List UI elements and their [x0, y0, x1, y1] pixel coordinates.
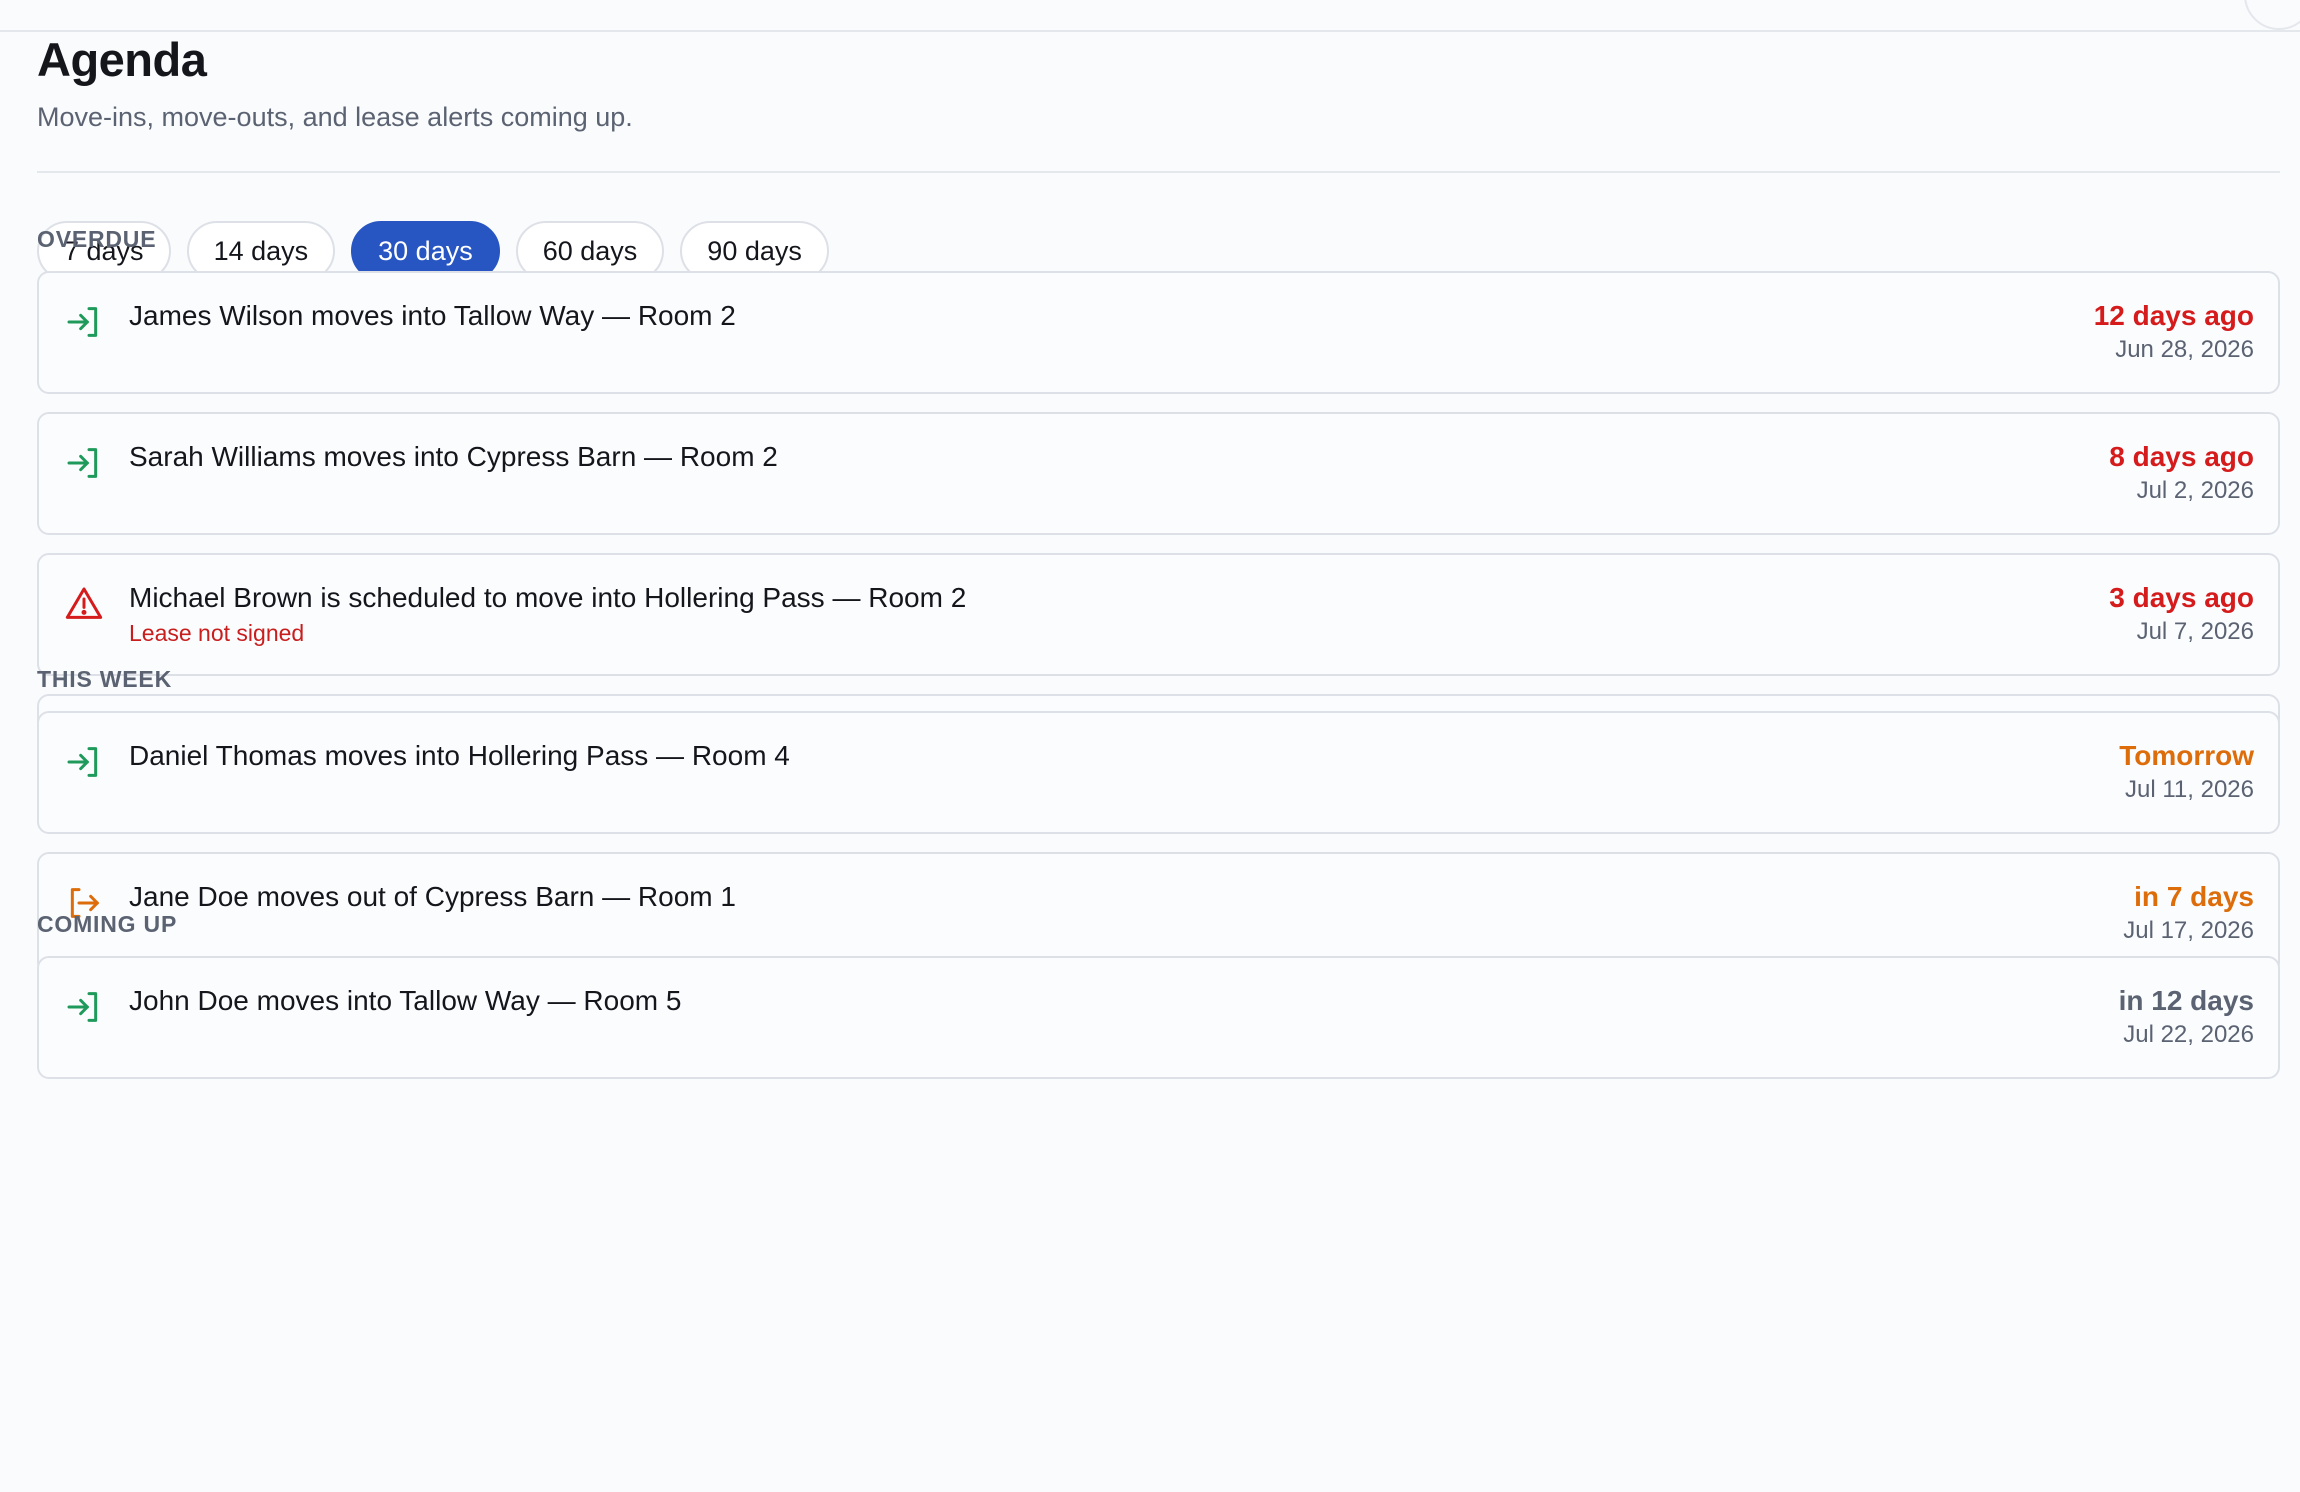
agenda-item[interactable]: John Doe moves into Tallow Way — Room 5 i… — [37, 956, 2280, 1079]
agenda-item-relative-time: 8 days ago — [2109, 441, 2254, 472]
agenda-item-relative-time: 12 days ago — [2093, 300, 2254, 331]
warning-icon — [64, 584, 104, 624]
move-in-icon — [64, 987, 104, 1027]
move-in-icon — [64, 302, 104, 342]
agenda-item[interactable]: Michael Brown is scheduled to move into … — [37, 553, 2280, 676]
header-divider — [37, 171, 2280, 173]
agenda-item-date: Jul 2, 2026 — [2136, 477, 2254, 504]
avatar[interactable] — [2244, 0, 2300, 30]
agenda-item-title: Jane Doe moves out of Cypress Barn — Roo… — [129, 881, 736, 912]
agenda-item-title: John Doe moves into Tallow Way — Room 5 — [129, 985, 682, 1016]
agenda-page: Agenda Move-ins, move-outs, and lease al… — [37, 30, 2280, 1079]
agenda-item-title: Michael Brown is scheduled to move into … — [129, 582, 967, 613]
agenda-item-title: James Wilson moves into Tallow Way — Roo… — [129, 300, 736, 331]
agenda-item-relative-time: Tomorrow — [2119, 740, 2254, 771]
agenda-item[interactable]: Sarah Williams moves into Cypress Barn —… — [37, 412, 2280, 535]
agenda-item-alert: Lease not signed — [129, 620, 305, 646]
agenda-item-date: Jul 7, 2026 — [2136, 618, 2254, 645]
section-label: COMING UP — [37, 911, 178, 937]
agenda-item-relative-time: in 7 days — [2134, 881, 2254, 912]
page-title: Agenda — [37, 33, 207, 86]
agenda-item[interactable]: James Wilson moves into Tallow Way — Roo… — [37, 271, 2280, 394]
section-label: THIS WEEK — [37, 666, 172, 692]
agenda-item-title: Sarah Williams moves into Cypress Barn —… — [129, 441, 778, 472]
agenda-item-date: Jun 28, 2026 — [2115, 336, 2254, 363]
agenda-list: John Doe moves into Tallow Way — Room 5 i… — [37, 956, 2280, 1079]
move-in-icon — [64, 443, 104, 483]
agenda-item-date: Jul 22, 2026 — [2123, 1021, 2254, 1048]
agenda-item-title: Daniel Thomas moves into Hollering Pass … — [129, 740, 790, 771]
agenda-item-relative-time: 3 days ago — [2109, 582, 2254, 613]
page-subtitle: Move-ins, move-outs, and lease alerts co… — [37, 102, 633, 132]
agenda-item-relative-time: in 12 days — [2118, 985, 2254, 1016]
section-label: OVERDUE — [37, 226, 157, 252]
move-in-icon — [64, 742, 104, 782]
agenda-item[interactable]: Daniel Thomas moves into Hollering Pass … — [37, 711, 2280, 834]
agenda-item-date: Jul 11, 2026 — [2125, 776, 2254, 803]
agenda-section-coming-up: COMING UP John Doe moves into Tallow Way … — [37, 910, 2280, 1097]
top-bar — [0, 0, 2300, 32]
